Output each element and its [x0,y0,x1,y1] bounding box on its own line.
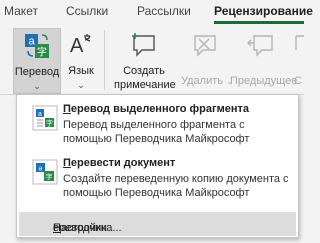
next-comment-button[interactable]: С [294,28,304,94]
translate-selection-icon: a 字 [32,105,58,131]
translator-settings-item[interactable]: Настройки Переводчика... [19,212,296,236]
svg-text:a: a [38,111,42,118]
ribbon: a 字 Перевод ⌄ A Язык ⌄ Создать примечани… [0,24,304,95]
language-icon: A [70,34,91,57]
translate-document-description: Создайте переведенную копию документа с … [63,173,289,199]
chevron-down-icon: ⌄ [33,81,41,91]
language-button[interactable]: A Язык ⌄ [64,28,98,94]
new-comment-label-1: Создать [123,65,165,77]
tab-references[interactable]: Ссылки [66,4,108,18]
previous-comment-icon [247,35,273,57]
svg-text:字: 字 [37,46,47,59]
new-comment-button[interactable]: Создать примечание [114,28,176,94]
svg-text:字: 字 [46,119,53,128]
translate-document-title: Перевести документ [63,157,176,169]
translate-label: Перевод [14,66,60,78]
svg-text:a: a [39,166,43,173]
translate-icon: a 字 [25,34,49,59]
translate-selection-description: Перевод выделенного фрагмента с помощью … [63,119,250,145]
menu-item-translate-selection[interactable]: a 字 Перевод выделенного фрагмента Перево… [17,101,298,149]
next-label-cut: С [294,75,302,87]
tab-mailings[interactable]: Рассылки [137,4,191,18]
translate-selection-title: Перевод выделенного фрагмента [63,103,249,115]
language-label: Язык [68,65,94,77]
delete-comment-button[interactable]: Удалить ⌄ [181,28,234,94]
new-comment-label-2: примечание [114,79,176,91]
previous-comment-button[interactable]: Предыдущее [230,28,298,94]
chevron-down-icon: ⌄ [77,80,85,90]
translate-dropdown-menu: a 字 Перевод выделенного фрагмента Перево… [16,94,299,238]
tab-layout[interactable]: Макет [4,4,38,18]
next-comment-icon [295,35,304,50]
svg-text:a: a [28,36,35,48]
ribbon-tabs: Макет Ссылки Рассылки Рецензирование [0,0,313,24]
previous-label: Предыдущее [230,75,298,87]
delete-label: Удалить ⌄ [181,75,234,87]
delete-comment-icon [194,35,216,57]
menu-item-translate-document[interactable]: a 字 Перевести документ Создайте переведе… [17,155,298,203]
tab-review[interactable]: Рецензирование [214,4,313,18]
new-comment-icon [132,33,155,57]
ribbon-separator [104,30,105,90]
svg-text:A: A [70,35,84,57]
translate-button[interactable]: a 字 Перевод ⌄ [13,28,61,94]
svg-text:字: 字 [46,172,53,181]
translate-document-icon: a 字 [32,159,58,185]
